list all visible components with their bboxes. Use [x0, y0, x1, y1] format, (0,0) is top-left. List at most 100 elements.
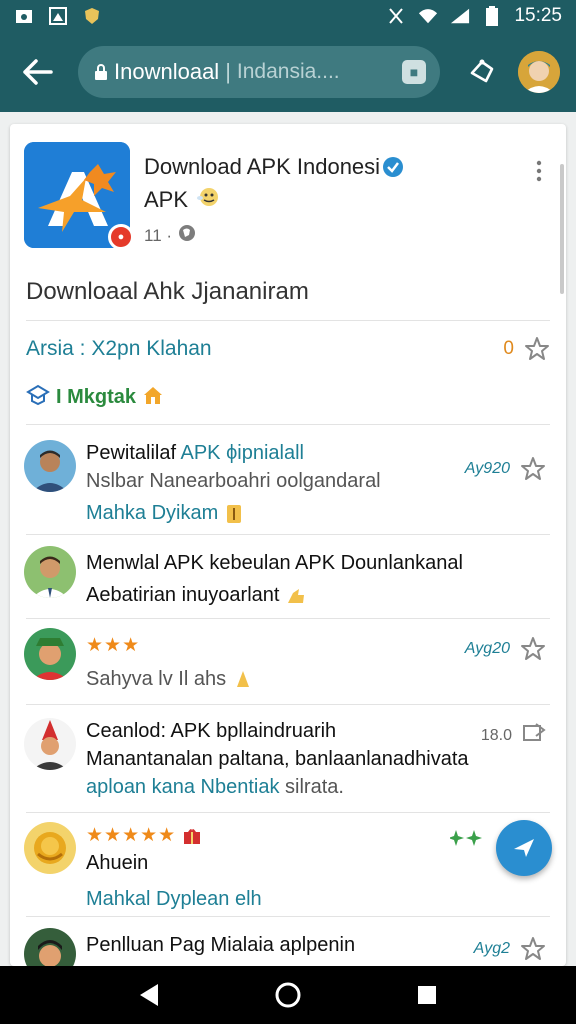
- review-stars: ★★★★★: [86, 824, 202, 847]
- app-bar: Inownloaal | Indansia.... ■: [0, 32, 576, 112]
- share-small-icon[interactable]: [522, 722, 546, 749]
- star-outline-icon[interactable]: [520, 636, 546, 662]
- content-card: ● Download APK Indonesi APK 11 · Downloa…: [10, 124, 566, 966]
- reviewer-avatar[interactable]: [24, 628, 76, 680]
- send-fab-button[interactable]: [496, 820, 552, 876]
- nav-home-button[interactable]: [268, 975, 308, 1015]
- square-recents-icon: [417, 986, 436, 1004]
- review-author-link[interactable]: Mahkal Dyplean elh: [86, 888, 262, 911]
- review-title: Menwlal APK kebeulan APK Dounlankanal: [86, 552, 463, 574]
- review-title: Penlluan Pag Mialaia aplpenin: [86, 934, 356, 956]
- review-item[interactable]: Pewitalilaf APK ϕipnialall Nslbar Nanear…: [24, 436, 554, 536]
- review-item[interactable]: Penlluan Pag Mialaia aplpenin Ayg2: [24, 924, 554, 966]
- divider: [26, 812, 550, 813]
- reviewer-avatar[interactable]: [24, 718, 76, 770]
- divider: [26, 916, 550, 917]
- reviewer-avatar[interactable]: [24, 546, 76, 598]
- url-hint: Indansia....: [236, 60, 340, 83]
- tab-switcher-icon[interactable]: ■: [402, 60, 426, 84]
- shield-icon: [82, 7, 102, 25]
- lock-icon: [92, 61, 110, 83]
- review-body: Aebatirian inuyoarlant: [86, 584, 307, 607]
- app-title: Download APK Indonesi: [144, 154, 404, 180]
- nav-back-button[interactable]: [129, 975, 169, 1015]
- system-nav-bar: [0, 966, 576, 1024]
- review-item[interactable]: Menwlal APK kebeulan APK Dounlankanal Ae…: [24, 542, 554, 622]
- triangle-back-icon: [140, 984, 159, 1006]
- profile-avatar[interactable]: [518, 51, 560, 93]
- vibrate-icon: [386, 7, 406, 25]
- arrow-left-icon: [23, 59, 53, 85]
- review-body: Manantanalan paltana, banlaanlanadhivata: [86, 748, 469, 770]
- section-title: Downloaal Ahk Jjananiram: [26, 278, 309, 305]
- more-options-button[interactable]: [524, 156, 554, 186]
- verified-icon: [382, 156, 404, 178]
- thumbs-icon: [285, 585, 307, 607]
- signal-icon: [450, 7, 470, 25]
- divider: [26, 424, 550, 425]
- app-header: ● Download APK Indonesi APK 11 ·: [24, 140, 554, 252]
- home-icon: [142, 384, 164, 411]
- tag-label[interactable]: I Mkgtak: [56, 386, 136, 409]
- star-outline-icon[interactable]: [520, 936, 546, 962]
- gallery-icon: [48, 7, 68, 25]
- badge-icon: [26, 384, 50, 411]
- review-side: Ayg20: [465, 636, 546, 662]
- url-separator: |: [225, 59, 231, 84]
- review-side: [448, 828, 484, 853]
- share-icon: [470, 59, 494, 83]
- review-side: Ayg2: [474, 936, 546, 962]
- review-body: Nslbar Nanearboahri oolgandaral: [86, 470, 381, 492]
- app-meta: 11 ·: [144, 224, 196, 247]
- status-bar: 15:25: [0, 0, 576, 32]
- more-vert-icon: [536, 160, 542, 182]
- battery-icon: [482, 6, 502, 26]
- reviewer-avatar[interactable]: [24, 928, 76, 966]
- review-item[interactable]: Ceanlod: APK bpllaindruarih Manantanalan…: [24, 714, 554, 814]
- review-item[interactable]: ★★★ Sahyva lv Il ahs Ayg20: [24, 624, 554, 704]
- reviewer-avatar[interactable]: [24, 440, 76, 492]
- gift-icon: [182, 826, 202, 846]
- review-side: Ay920: [465, 456, 546, 482]
- nav-recents-button[interactable]: [407, 975, 447, 1015]
- reviewer-avatar[interactable]: [24, 822, 76, 874]
- tag-row: I Mkgtak: [26, 382, 164, 412]
- stats-text[interactable]: Arsia : X2pn Klahan: [26, 337, 212, 361]
- smiley-icon: [196, 186, 222, 214]
- send-icon: [514, 839, 534, 857]
- review-body-continued: aploan kana Nbentiak silrata.: [86, 776, 344, 798]
- review-date: 18.0: [480, 726, 512, 744]
- circle-home-icon: [275, 982, 301, 1008]
- notification-badge: ●: [108, 224, 134, 250]
- address-bar[interactable]: Inownloaal | Indansia.... ■: [78, 46, 440, 98]
- clock: 15:25: [514, 5, 562, 26]
- divider: [26, 618, 550, 619]
- review-item[interactable]: ★★★★★ Ahuein Mahkal Dyplean elh: [24, 818, 554, 918]
- review-stars: ★★★: [86, 635, 141, 656]
- divider: [26, 704, 550, 705]
- review-date: Ay920: [464, 460, 510, 477]
- review-side: 18.0: [481, 722, 546, 749]
- wifi-icon: [418, 7, 438, 25]
- sparkle-icon: [448, 828, 484, 853]
- stats-row: Arsia : X2pn Klahan 0: [26, 334, 550, 364]
- share-button[interactable]: [462, 52, 502, 92]
- review-title: Pewitalilaf APK ϕipnialall: [86, 442, 304, 464]
- candle-icon: [224, 503, 244, 525]
- screenshot-icon: [14, 7, 34, 25]
- divider: [26, 534, 550, 535]
- review-author: Ahuein: [86, 852, 149, 874]
- review-date: Ayg20: [464, 640, 510, 657]
- divider: [26, 320, 550, 321]
- review-author-link[interactable]: Mahka Dyikam: [86, 502, 244, 525]
- scrollbar[interactable]: [560, 164, 564, 294]
- hands-icon: [232, 669, 254, 691]
- stats-count: 0: [503, 338, 514, 359]
- url-text: Inownloaal: [114, 59, 220, 84]
- review-date: Ayg2: [473, 940, 510, 957]
- star-outline-icon[interactable]: [524, 336, 550, 362]
- app-subtitle: APK: [144, 186, 222, 214]
- globe-icon: [178, 224, 196, 247]
- star-outline-icon[interactable]: [520, 456, 546, 482]
- back-button[interactable]: [12, 46, 64, 98]
